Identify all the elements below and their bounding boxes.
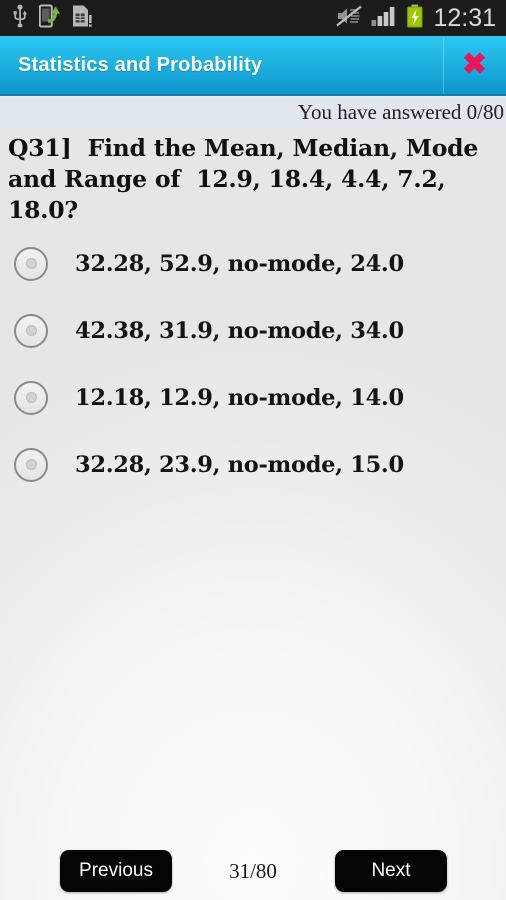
answer-option-row[interactable]: 42.38, 31.9, no-mode, 34.0 [0, 297, 506, 364]
navigation-bar: Previous 31/80 Next [0, 842, 506, 900]
mute-icon [336, 5, 363, 32]
quiz-content: Q31] Find the Mean, Median, Mode and Ran… [0, 126, 506, 900]
question-text: Q31] Find the Mean, Median, Mode and Ran… [8, 134, 487, 224]
radio-button-icon[interactable] [14, 246, 48, 281]
answer-option-label: 12.18, 12.9, no-mode, 14.0 [75, 384, 404, 411]
page-title: Statistics and Probability [18, 53, 263, 76]
radio-button-icon[interactable] [14, 380, 48, 415]
answer-option-label: 42.38, 31.9, no-mode, 34.0 [75, 317, 404, 344]
answer-option-label: 32.28, 52.9, no-mode, 24.0 [75, 250, 404, 277]
radio-inner-dot [25, 392, 37, 403]
answered-count-label: You have answered 0/80 [297, 99, 504, 124]
radio-inner-dot [25, 258, 37, 269]
radio-inner-dot [25, 459, 37, 470]
usb-icon [12, 4, 28, 33]
radio-button-icon[interactable] [14, 313, 48, 348]
previous-button[interactable]: Previous [60, 850, 172, 892]
sim-card-icon [72, 4, 92, 33]
radio-inner-dot [25, 325, 37, 336]
close-button[interactable]: ✖ [443, 36, 506, 94]
answer-option-row[interactable]: 12.18, 12.9, no-mode, 14.0 [0, 364, 506, 431]
answered-progress-bar: You have answered 0/80 [0, 98, 506, 126]
app-screen: 12:31 Statistics and Probability ✖ You h… [0, 0, 506, 900]
answer-option-label: 32.28, 23.9, no-mode, 15.0 [75, 451, 404, 478]
signal-bars-icon [371, 5, 397, 32]
previous-button-label: Previous [79, 860, 153, 881]
radio-button-icon[interactable] [14, 447, 48, 482]
status-bar: 12:31 [0, 0, 506, 36]
status-bar-clock: 12:31 [433, 3, 496, 32]
answer-options-list: 32.28, 52.9, no-mode, 24.0 42.38, 31.9, … [0, 230, 506, 498]
next-button-label: Next [371, 860, 411, 881]
status-bar-right-icons: 12:31 [336, 4, 496, 33]
close-icon: ✖ [461, 48, 488, 81]
app-title-bar: Statistics and Probability ✖ [0, 36, 506, 96]
answer-option-row[interactable]: 32.28, 52.9, no-mode, 24.0 [0, 230, 506, 297]
status-bar-left-icons [12, 4, 92, 33]
answer-option-row[interactable]: 32.28, 23.9, no-mode, 15.0 [0, 431, 506, 498]
phone-transfer-icon [38, 4, 61, 33]
page-counter: 31/80 [229, 858, 277, 883]
next-button[interactable]: Next [335, 850, 447, 892]
battery-charging-icon [406, 4, 424, 33]
